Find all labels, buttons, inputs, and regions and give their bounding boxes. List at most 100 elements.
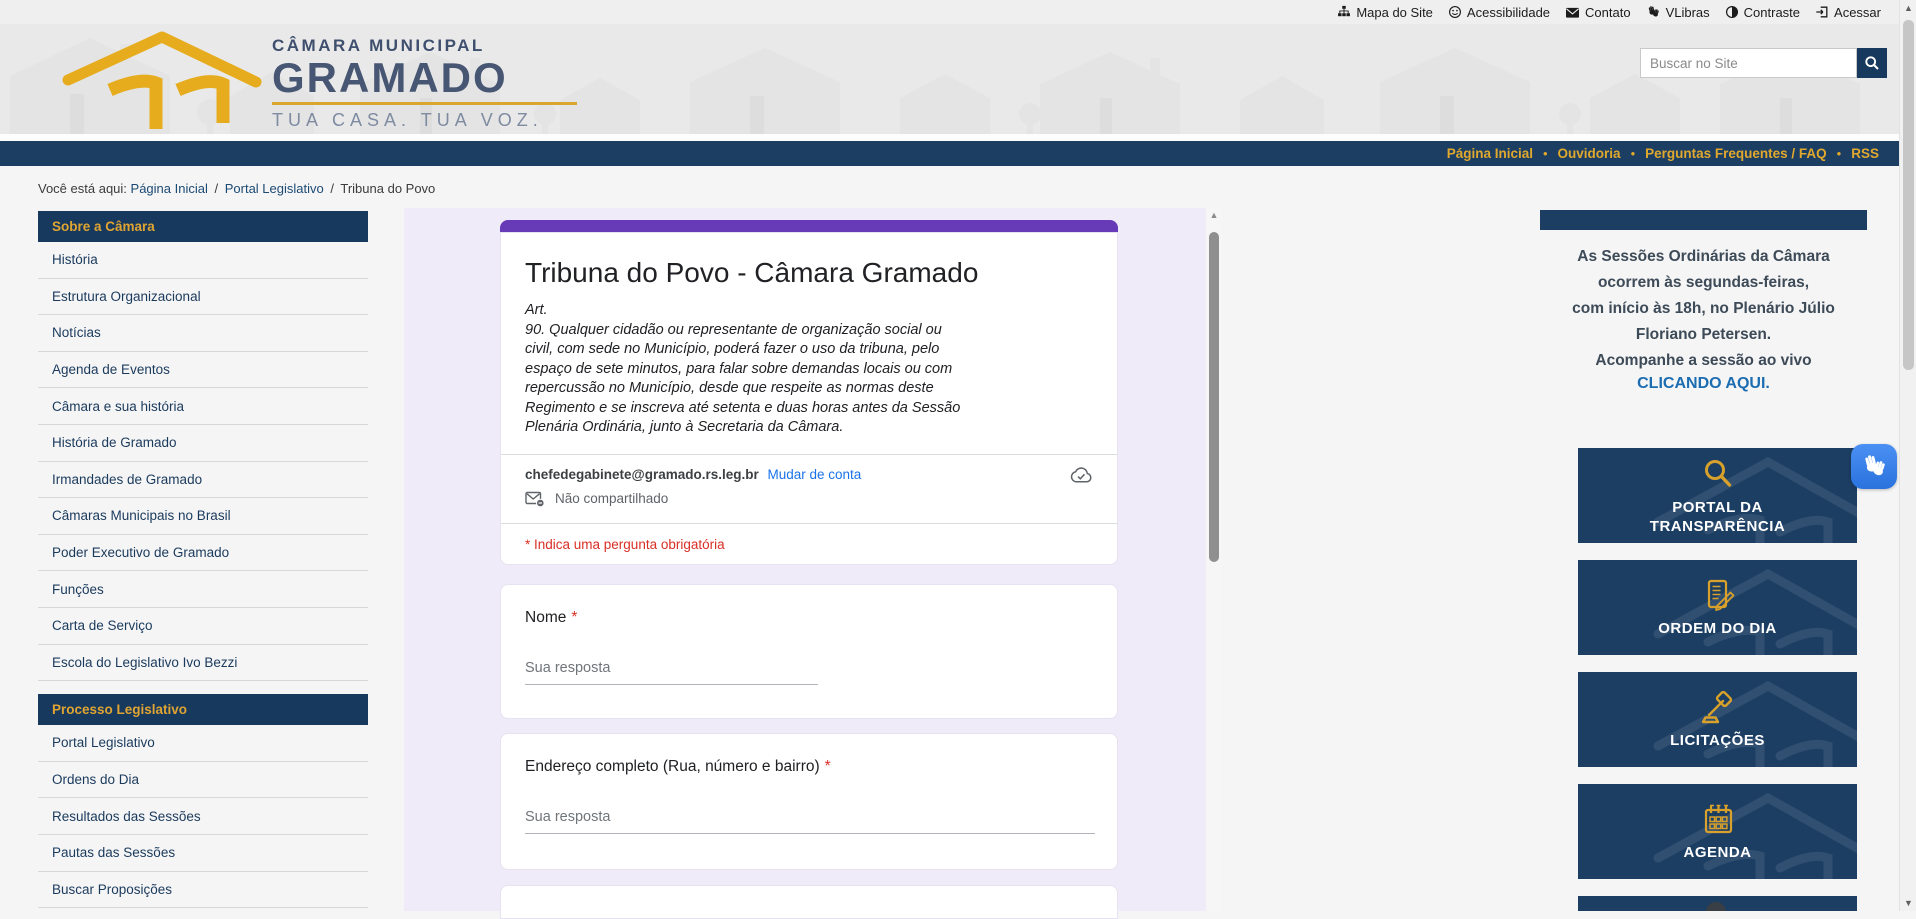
navbar-separator: •: [1631, 146, 1636, 161]
navbar-link-rss[interactable]: RSS: [1851, 146, 1879, 161]
breadcrumb-link-pagina-inicial[interactable]: Página Inicial: [131, 181, 208, 196]
answer-input-nome[interactable]: Sua resposta: [525, 660, 1093, 676]
site-logo[interactable]: CÂMARA MUNICIPAL GRAMADO TUA CASA. TUA V…: [62, 28, 622, 132]
envelope-icon: [1565, 6, 1580, 19]
topbar-link-acessibilidade[interactable]: Acessibilidade: [1448, 5, 1550, 20]
header-divider: [0, 134, 1899, 141]
roof-watermark: [1646, 674, 1857, 767]
form-description: Art. 90. Qualquer cidadão ou representan…: [525, 301, 1093, 438]
licitacoes-button[interactable]: LICITAÇÕES: [1578, 672, 1857, 767]
change-account-link[interactable]: Mudar de conta: [768, 467, 862, 482]
sidebar-item-pautas-das-sessoes[interactable]: Pautas das Sessões: [38, 835, 368, 872]
topbar-link-contato[interactable]: Contato: [1565, 5, 1631, 20]
answer-underline: [525, 684, 818, 685]
mail-not-shared-icon: [525, 491, 545, 507]
gavel-icon: [1697, 689, 1739, 727]
vlibras-widget-button[interactable]: [1851, 444, 1897, 489]
sidebar-item-camaras-municipais-no-brasil[interactable]: Câmaras Municipais no Brasil: [38, 498, 368, 535]
sidebar-section-processo-legislativo[interactable]: Processo Legislativo: [38, 694, 368, 725]
brand-name: GRAMADO: [272, 56, 577, 100]
scroll-up-arrow[interactable]: ▲: [1206, 210, 1222, 220]
scroll-up-arrow[interactable]: ▲: [1900, 3, 1916, 13]
scroll-down-arrow[interactable]: ▼: [1900, 898, 1916, 908]
topbar-link-label: Acessar: [1834, 5, 1881, 20]
breadcrumb-link-portal-legislativo[interactable]: Portal Legislativo: [225, 181, 324, 196]
sidebar-item-carta-de-servico[interactable]: Carta de Serviço: [38, 608, 368, 645]
navbar-link-faq[interactable]: Perguntas Frequentes / FAQ: [1645, 146, 1827, 161]
navbar-link-ouvidoria[interactable]: Ouvidoria: [1558, 146, 1621, 161]
agenda-button[interactable]: AGENDA: [1578, 784, 1857, 879]
required-asterisk: *: [825, 758, 831, 775]
breadcrumb: Você está aqui: Página Inicial / Portal …: [38, 181, 435, 196]
topbar-link-vlibras[interactable]: VLibras: [1646, 5, 1710, 20]
order-list-icon: [1698, 577, 1738, 615]
form-accent-bar: [500, 220, 1118, 232]
search-button[interactable]: [1857, 48, 1887, 78]
button-label: AGENDA: [1628, 843, 1808, 862]
sidebar-section-gap: [38, 681, 368, 694]
question-label: Nome *: [525, 609, 1093, 627]
sidebar-item-noticias[interactable]: Notícias: [38, 315, 368, 352]
sidebar-item-funcoes[interactable]: Funções: [38, 571, 368, 608]
partial-button-icon: [1706, 902, 1726, 911]
brand-text: CÂMARA MUNICIPAL GRAMADO TUA CASA. TUA V…: [272, 36, 577, 131]
brand-gold-rule: [272, 102, 577, 105]
sidebar-item-estrutura-organizacional[interactable]: Estrutura Organizacional: [38, 279, 368, 316]
sidebar-item-portal-legislativo[interactable]: Portal Legislativo: [38, 725, 368, 762]
topbar-link-label: Mapa do Site: [1356, 5, 1433, 20]
sidebar-item-irmandades-de-gramado[interactable]: Irmandades de Gramado: [38, 462, 368, 499]
topbar-link-acessar[interactable]: Acessar: [1815, 5, 1881, 20]
topbar-link-label: Contraste: [1744, 5, 1800, 20]
required-note: * Indica uma pergunta obrigatória: [525, 524, 1093, 552]
question-label-text: Nome: [525, 609, 566, 626]
roof-watermark: [1646, 562, 1857, 655]
topbar-link-contraste[interactable]: Contraste: [1725, 5, 1800, 20]
question-card-partial: [500, 885, 1118, 919]
sidebar-section-sobre-a-camara[interactable]: Sobre a Câmara: [38, 211, 368, 242]
sessions-notice: As Sessões Ordinárias da Câmara ocorrem …: [1540, 244, 1867, 374]
topbar-link-label: Acessibilidade: [1467, 5, 1550, 20]
libras-hands-icon: [1861, 453, 1888, 480]
ordem-do-dia-button[interactable]: ORDEM DO DIA: [1578, 560, 1857, 655]
sidebar-item-buscar-proposicoes[interactable]: Buscar Proposições: [38, 872, 368, 909]
required-asterisk: *: [571, 609, 577, 626]
magnifier-icon: [1698, 456, 1738, 494]
question-card-endereco: Endereço completo (Rua, número e bairro)…: [500, 733, 1118, 870]
main-navbar: Página Inicial • Ouvidoria • Perguntas F…: [0, 141, 1899, 166]
topbar-link-mapa-do-site[interactable]: Mapa do Site: [1337, 5, 1433, 20]
brand-tagline: TUA CASA. TUA VOZ.: [272, 110, 577, 131]
breadcrumb-separator: /: [327, 181, 337, 196]
sidebar-item-camara-e-sua-historia[interactable]: Câmara e sua história: [38, 388, 368, 425]
sidebar-item-historia[interactable]: História: [38, 242, 368, 279]
button-label: ORDEM DO DIA: [1628, 619, 1808, 638]
answer-input-endereco[interactable]: Sua resposta: [525, 809, 1093, 825]
topbar-link-label: VLibras: [1666, 5, 1710, 20]
account-email: chefedegabinete@gramado.rs.leg.br: [525, 467, 759, 482]
accessibility-smiley-icon: [1448, 5, 1462, 19]
sidebar-item-ordens-do-dia[interactable]: Ordens do Dia: [38, 762, 368, 799]
form-scrollbar[interactable]: ▲: [1206, 208, 1222, 911]
brand-top: CÂMARA MUNICIPAL: [272, 36, 577, 56]
breadcrumb-separator: /: [211, 181, 221, 196]
calendar-icon: [1698, 801, 1738, 839]
sidebar-item-historia-de-gramado[interactable]: História de Gramado: [38, 425, 368, 462]
account-row: chefedegabinete@gramado.rs.leg.br Mudar …: [525, 455, 1093, 482]
shared-status-row: Não compartilhado: [525, 491, 1093, 507]
portal-transparencia-button[interactable]: PORTAL DA TRANSPARÊNCIA: [1578, 448, 1857, 543]
watch-live-link[interactable]: CLICANDO AQUI.: [1540, 375, 1867, 393]
page-scrollbar[interactable]: ▲ ▼: [1899, 0, 1916, 911]
search-input[interactable]: [1640, 48, 1857, 78]
shared-status-text: Não compartilhado: [555, 491, 668, 506]
form-title: Tribuna do Povo - Câmara Gramado: [525, 257, 1093, 289]
form-scrollbar-thumb[interactable]: [1209, 232, 1219, 562]
sidebar-item-agenda-de-eventos[interactable]: Agenda de Eventos: [38, 352, 368, 389]
topbar: Mapa do Site Acessibilidade Contato VLib…: [0, 0, 1899, 24]
cloud-saved-icon: [1069, 465, 1093, 485]
right-panel-partial-button[interactable]: [1578, 896, 1857, 911]
contrast-icon: [1725, 5, 1739, 19]
sidebar-item-poder-executivo-de-gramado[interactable]: Poder Executivo de Gramado: [38, 535, 368, 572]
sidebar-item-escola-do-legislativo[interactable]: Escola do Legislativo Ivo Bezzi: [38, 645, 368, 682]
page-scrollbar-thumb[interactable]: [1903, 20, 1914, 370]
sidebar-item-resultados-das-sessoes[interactable]: Resultados das Sessões: [38, 798, 368, 835]
navbar-link-pagina-inicial[interactable]: Página Inicial: [1447, 146, 1533, 161]
